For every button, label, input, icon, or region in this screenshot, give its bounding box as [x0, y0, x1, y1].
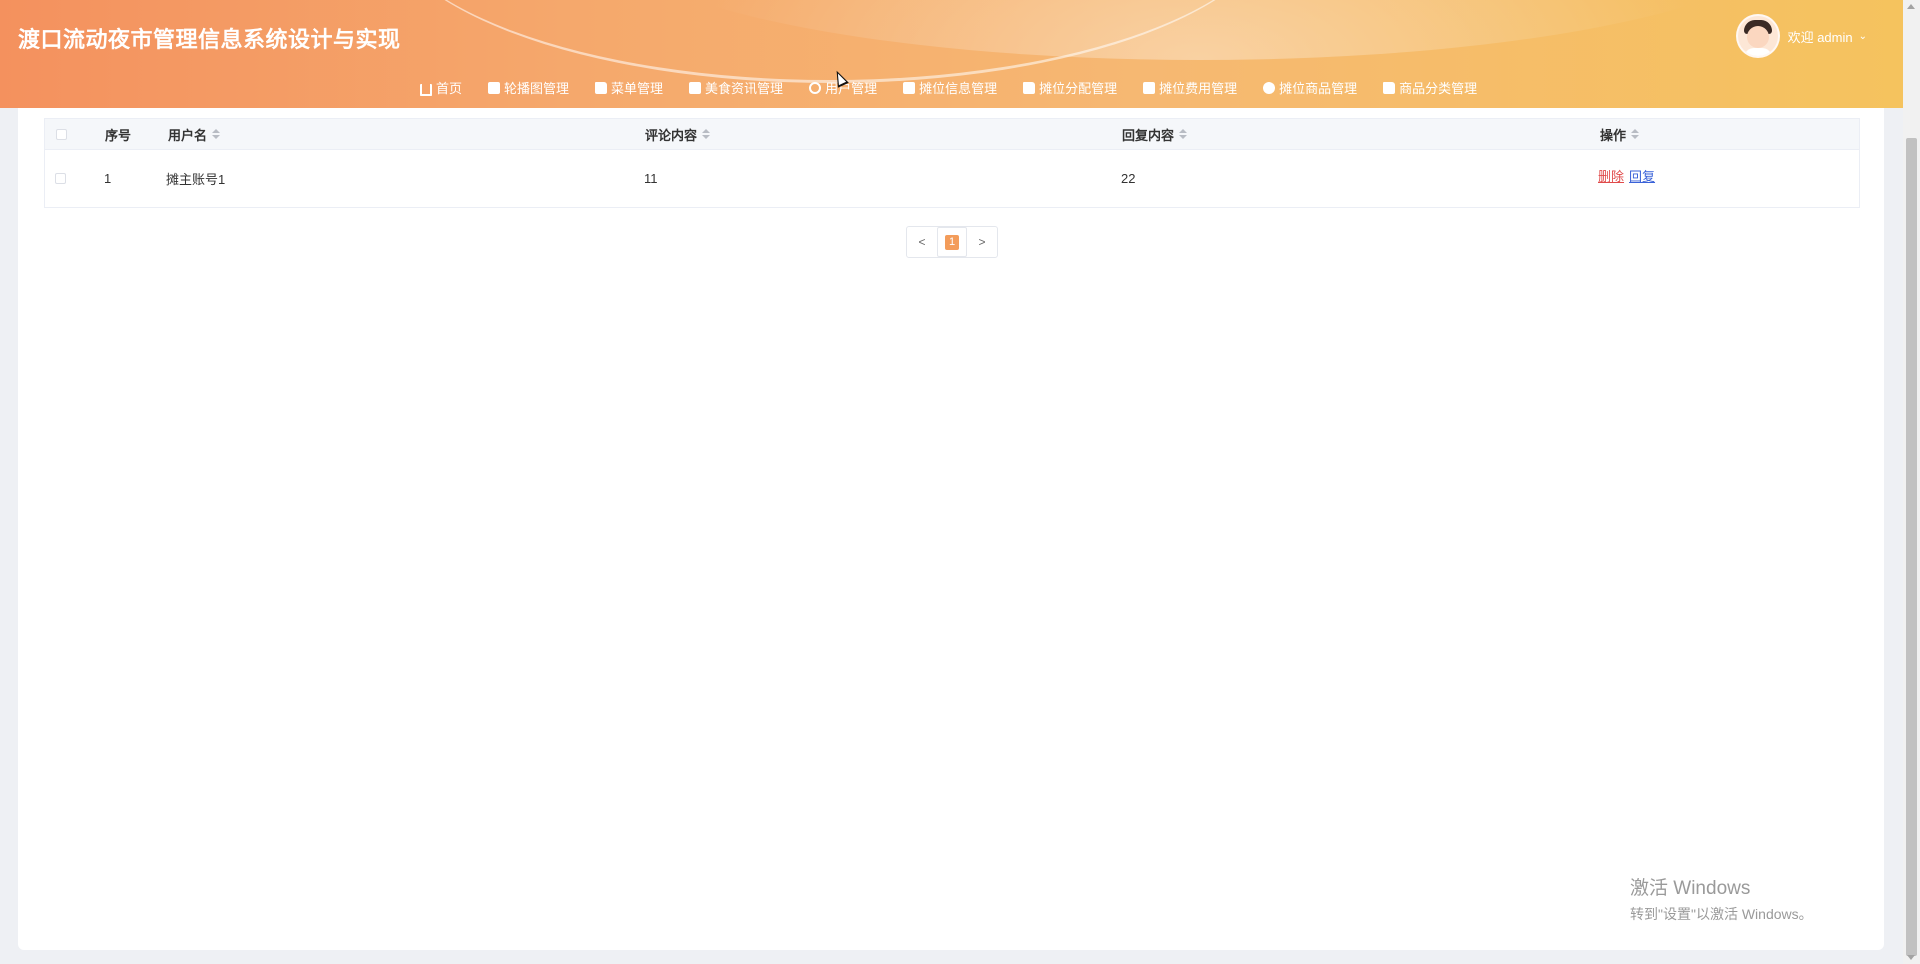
nav-item-carousel[interactable]: 轮播图管理: [488, 78, 569, 97]
data-table: 序号 用户名 评论内容 回复内容 操作 1 摊主账号1 11 22 删除 回复: [44, 118, 1860, 208]
cell-comment: 11: [644, 171, 658, 186]
col-comment-label: 评论内容: [645, 127, 698, 143]
pagination: < 1 >: [906, 226, 998, 258]
cell-index: 1: [104, 171, 112, 186]
site-title: 渡口流动夜市管理信息系统设计与实现: [18, 27, 401, 52]
nav-label: 美食资讯管理: [705, 81, 784, 96]
watermark-subtitle: 转到"设置"以激活 Windows。: [1630, 906, 1813, 922]
col-reply-label: 回复内容: [1122, 127, 1175, 143]
col-reply[interactable]: 回复内容: [1122, 119, 1188, 149]
scrollbar-thumb[interactable]: [1906, 138, 1917, 956]
next-page-button[interactable]: >: [967, 227, 997, 257]
nav-item-home[interactable]: 首页: [420, 78, 462, 97]
col-comment[interactable]: 评论内容: [645, 119, 711, 149]
nav-label: 菜单管理: [611, 81, 664, 96]
sort-icon[interactable]: [1631, 129, 1640, 139]
nav-item-stall-fee[interactable]: 摊位费用管理: [1143, 78, 1237, 97]
col-username-label: 用户名: [168, 127, 208, 143]
nav-label: 轮播图管理: [504, 81, 570, 96]
row-select-cell: [55, 150, 66, 207]
row-checkbox[interactable]: [55, 173, 66, 184]
table-header: 序号 用户名 评论内容 回复内容 操作: [45, 119, 1859, 150]
grid-icon: [689, 81, 702, 94]
nav-label: 摊位费用管理: [1159, 81, 1238, 96]
col-index-label: 序号: [105, 127, 132, 143]
nav-item-menu[interactable]: 菜单管理: [595, 78, 663, 97]
cell-username: 摊主账号1: [166, 172, 226, 187]
col-actions[interactable]: 操作: [1600, 119, 1640, 149]
user-menu[interactable]: 欢迎 admin ⌄: [1735, 14, 1867, 58]
tag-icon: [903, 81, 916, 94]
vertical-scrollbar[interactable]: [1903, 0, 1920, 964]
sort-icon[interactable]: [702, 129, 711, 139]
top-header: 渡口流动夜市管理信息系统设计与实现 欢迎 admin ⌄ 首页 轮播图管理 菜单…: [0, 0, 1903, 108]
welcome-text[interactable]: 欢迎 admin: [1788, 27, 1853, 46]
cell-reply: 22: [1121, 171, 1136, 186]
nav-label: 用户管理: [825, 81, 878, 96]
bag-icon: [1023, 81, 1036, 94]
table-row: 1 摊主账号1 11 22 删除 回复: [45, 150, 1859, 207]
prev-page-button[interactable]: <: [907, 227, 937, 257]
folder-icon: [595, 81, 608, 94]
avatar[interactable]: [1735, 14, 1780, 58]
nav-label: 首页: [436, 81, 463, 96]
home-icon: [420, 83, 432, 96]
nav-item-food-news[interactable]: 美食资讯管理: [689, 78, 783, 97]
col-username[interactable]: 用户名: [168, 119, 221, 149]
nav-label: 摊位信息管理: [919, 81, 998, 96]
reply-button[interactable]: 回复: [1629, 166, 1655, 185]
page-number: 1: [945, 234, 959, 250]
col-index: 序号: [105, 119, 131, 149]
scroll-up-icon[interactable]: [1907, 4, 1915, 9]
col-actions-label: 操作: [1600, 127, 1627, 143]
watermark-title: 激活 Windows: [1630, 878, 1751, 899]
nav-label: 摊位分配管理: [1039, 81, 1118, 96]
nav-label: 摊位商品管理: [1279, 81, 1358, 96]
page-number-button[interactable]: 1: [937, 227, 967, 257]
grid-icon: [488, 81, 501, 94]
folder-icon: [1383, 81, 1396, 94]
cell-actions: 删除 回复: [1598, 147, 1655, 204]
select-all-checkbox[interactable]: [56, 128, 67, 140]
nav-item-goods-category[interactable]: 商品分类管理: [1383, 78, 1477, 97]
windows-activation-watermark: 激活 Windows 转到"设置"以激活 Windows。: [1630, 873, 1813, 924]
circle-icon: [1263, 81, 1276, 94]
nav-item-stall-info[interactable]: 摊位信息管理: [903, 78, 997, 97]
sort-icon[interactable]: [1179, 129, 1188, 139]
nav-item-stall-goods[interactable]: 摊位商品管理: [1263, 78, 1357, 97]
user-icon: [809, 81, 822, 94]
nav-item-stall-assign[interactable]: 摊位分配管理: [1023, 78, 1117, 97]
chevron-down-icon[interactable]: ⌄: [1859, 31, 1867, 42]
select-all-cell: [56, 119, 67, 149]
grid-icon: [1143, 81, 1156, 94]
main-nav: 首页 轮播图管理 菜单管理 美食资讯管理 用户管理 摊位信息管理 摊位分配管理: [420, 78, 1503, 97]
sort-icon[interactable]: [212, 129, 221, 139]
nav-label: 商品分类管理: [1399, 81, 1478, 96]
scroll-down-icon[interactable]: [1907, 955, 1915, 960]
delete-button[interactable]: 删除: [1598, 166, 1624, 185]
content-card: 序号 用户名 评论内容 回复内容 操作 1 摊主账号1 11 22 删除 回复 …: [18, 108, 1884, 950]
